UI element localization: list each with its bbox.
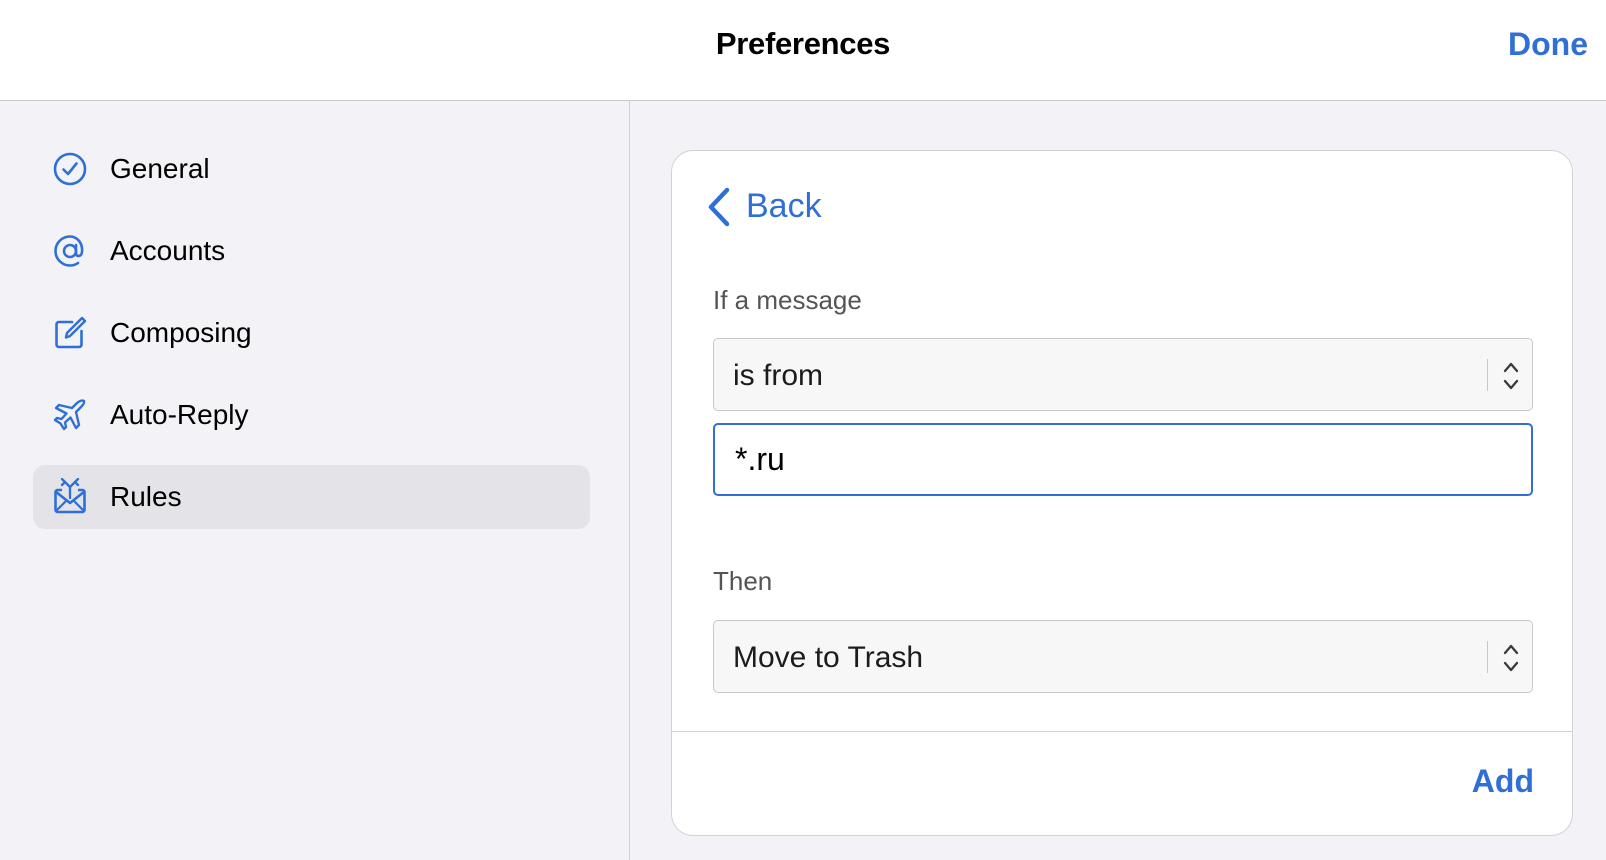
- chevron-up-down-icon: [1503, 644, 1519, 672]
- condition-select[interactable]: is from: [713, 338, 1533, 411]
- title-bar: Preferences Done: [0, 0, 1606, 101]
- checkmark-circle-icon: [51, 150, 89, 188]
- sidebar-item-label: Composing: [110, 317, 252, 348]
- sidebar-item-general[interactable]: General: [33, 137, 590, 201]
- action-select[interactable]: Move to Trash: [713, 620, 1533, 693]
- envelope-rules-icon: [51, 478, 89, 516]
- compose-icon: [51, 314, 89, 352]
- condition-value-input[interactable]: [713, 423, 1533, 496]
- chevron-up-down-icon: [1503, 362, 1519, 390]
- rule-editor-panel: Back If a message is from Then Move to T…: [671, 150, 1573, 836]
- sidebar-item-accounts[interactable]: Accounts: [33, 219, 590, 283]
- sidebar-item-label: Rules: [110, 481, 182, 512]
- footer-divider: [672, 731, 1572, 732]
- done-button[interactable]: Done: [1508, 26, 1588, 63]
- sidebar-item-rules[interactable]: Rules: [33, 465, 590, 529]
- sidebar-item-label: General: [110, 153, 210, 184]
- sidebar: General Accounts Composing Auto-Reply Ru…: [0, 101, 630, 860]
- condition-label: If a message: [713, 285, 862, 315]
- back-label: Back: [746, 187, 822, 225]
- sidebar-item-composing[interactable]: Composing: [33, 301, 590, 365]
- add-button[interactable]: Add: [1472, 763, 1534, 800]
- select-divider: [1487, 359, 1488, 391]
- action-label: Then: [713, 566, 773, 596]
- sidebar-item-auto-reply[interactable]: Auto-Reply: [33, 383, 590, 447]
- sidebar-item-label: Auto-Reply: [110, 399, 249, 430]
- airplane-icon: [51, 396, 89, 434]
- condition-select-value: is from: [733, 359, 823, 392]
- action-select-value: Move to Trash: [733, 641, 924, 674]
- chevron-left-icon: [708, 187, 730, 227]
- sidebar-item-label: Accounts: [110, 235, 226, 266]
- at-sign-icon: [51, 232, 89, 270]
- select-divider: [1487, 641, 1488, 673]
- page-title: Preferences: [715, 26, 891, 61]
